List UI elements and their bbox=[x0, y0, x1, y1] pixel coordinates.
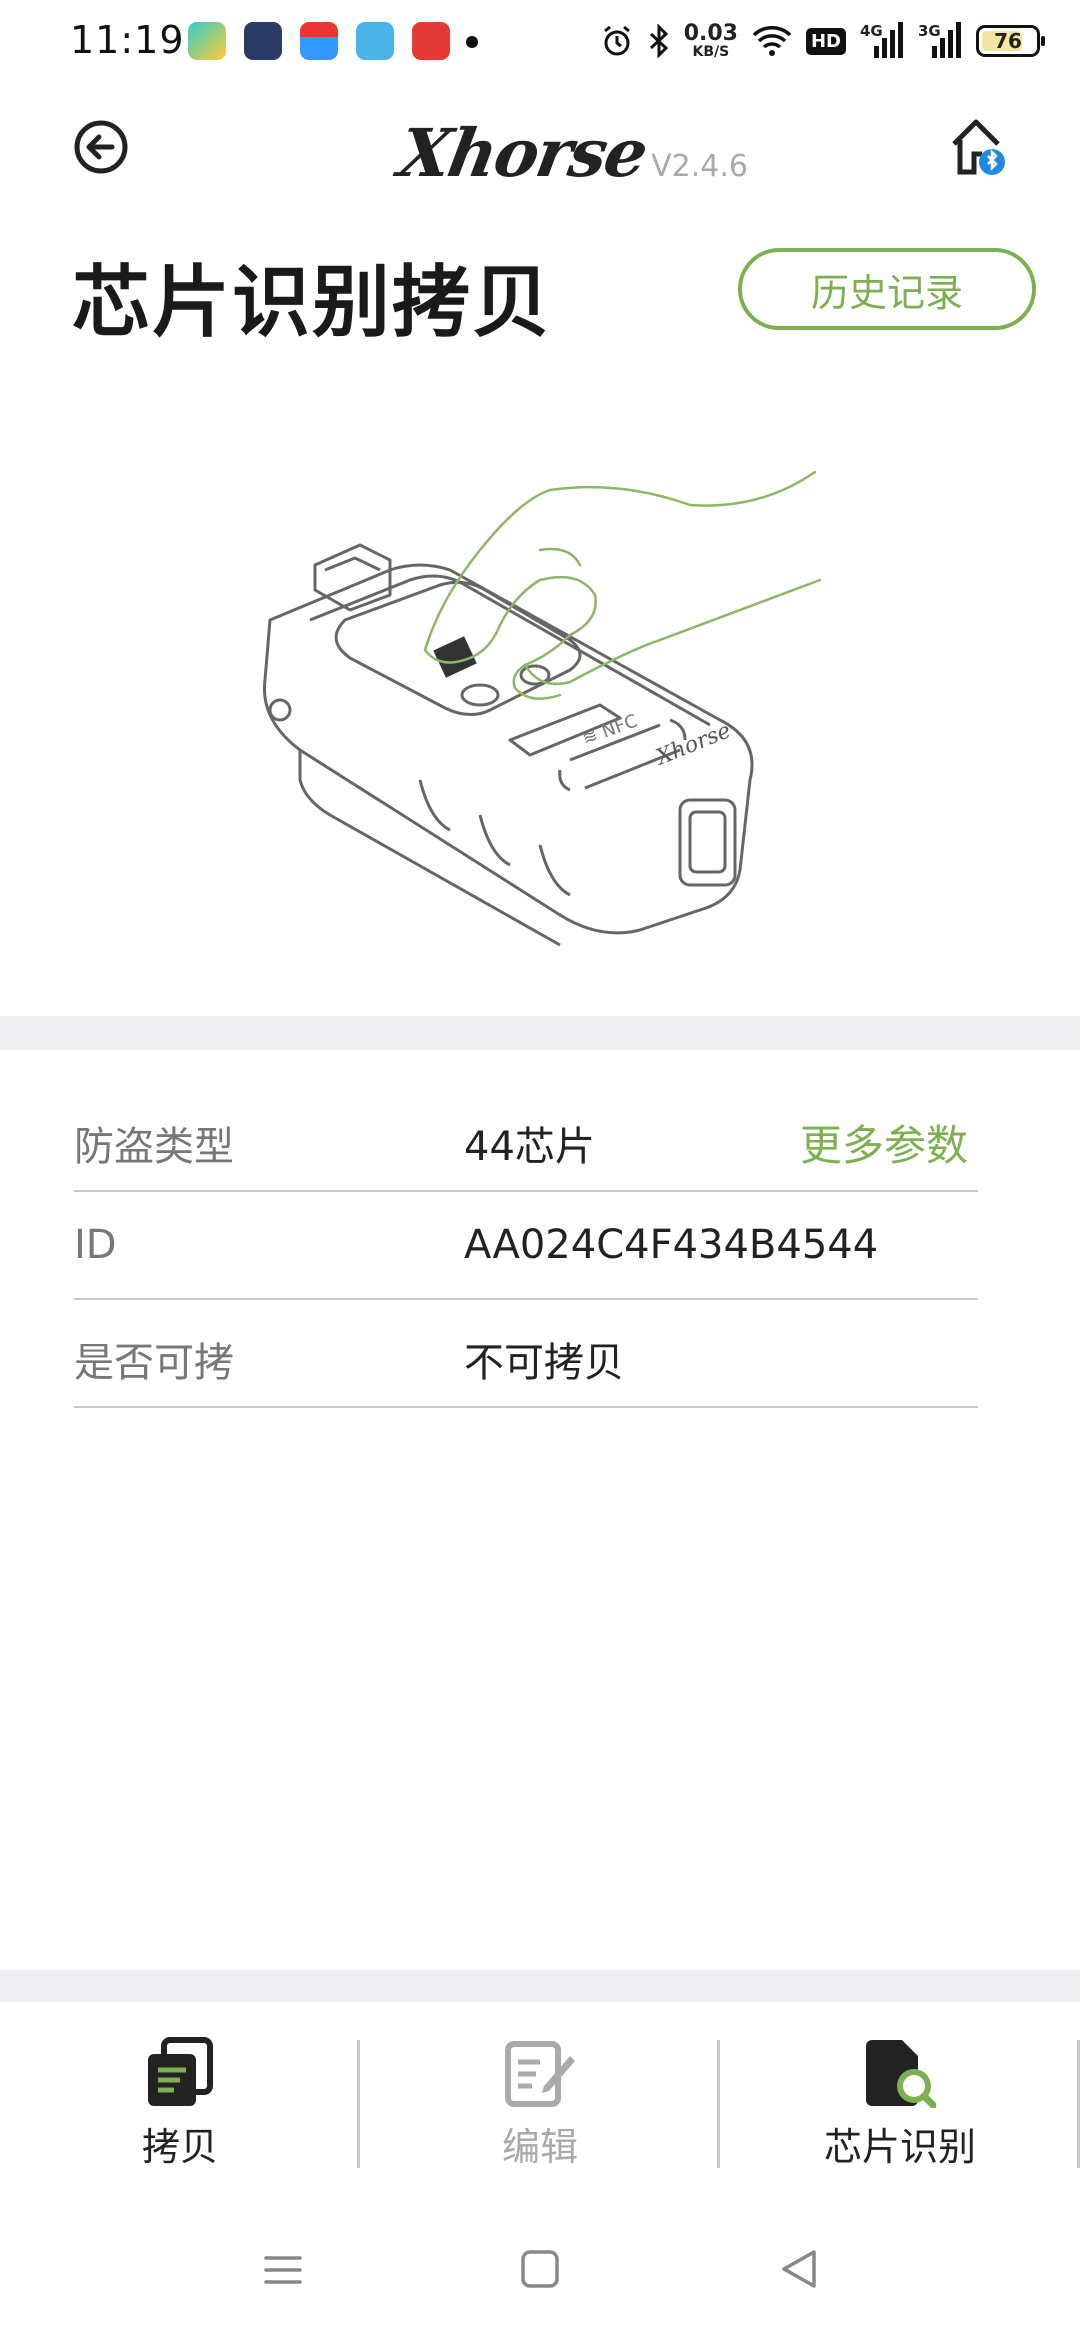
wifi-icon bbox=[752, 25, 792, 57]
battery-icon: 76 bbox=[976, 25, 1045, 57]
brand-logo: Xhorse bbox=[393, 114, 653, 192]
info-label: ID bbox=[74, 1222, 117, 1268]
info-value: 不可拷贝 bbox=[464, 1340, 624, 1386]
bluetooth-icon bbox=[648, 24, 670, 58]
signal-3g-icon: 3G bbox=[918, 22, 962, 60]
app-notification-icon bbox=[244, 22, 282, 60]
copy-icon bbox=[148, 2037, 213, 2106]
notification-icons bbox=[188, 22, 450, 60]
network-speed: 0.03 KB/S bbox=[683, 21, 738, 60]
page-title: 芯片识别拷贝 bbox=[72, 258, 553, 348]
status-bar: 11:19 0.03 KB/S HD 4G 3G 76 bbox=[0, 0, 1080, 84]
tabbar-divider bbox=[0, 1970, 1080, 2002]
tab-label: 芯片识别 bbox=[823, 2125, 976, 2169]
chip-reader-illustration: Xhorse ≋ NFC bbox=[240, 420, 860, 960]
info-row-copyable: 是否可拷 不可拷贝 bbox=[74, 1300, 978, 1408]
home-bluetooth-icon bbox=[952, 119, 1005, 175]
app-version: V2.4.6 bbox=[651, 149, 748, 184]
tab-chip-recognition[interactable]: 芯片识别 bbox=[720, 2002, 1080, 2202]
back-arrow-icon bbox=[74, 120, 128, 174]
network-speed-value: 0.03 bbox=[683, 21, 738, 46]
edit-icon bbox=[505, 2041, 575, 2107]
battery-level: 76 bbox=[994, 29, 1022, 53]
tab-copy[interactable]: 拷贝 bbox=[0, 2002, 360, 2202]
hd-voice-badge: HD bbox=[805, 27, 846, 55]
chip-search-icon bbox=[866, 2040, 936, 2108]
app-notification-icon bbox=[356, 22, 394, 60]
history-button[interactable]: 历史记录 bbox=[738, 248, 1036, 330]
alarm-icon bbox=[600, 24, 634, 58]
network-speed-unit: KB/S bbox=[692, 44, 730, 60]
home-nav-icon[interactable] bbox=[510, 2242, 570, 2298]
info-value: 44芯片 bbox=[464, 1124, 595, 1170]
app-notification-icon bbox=[300, 22, 338, 60]
info-row-immobilizer-type: 防盗类型 44芯片 更多参数 bbox=[74, 1084, 978, 1192]
app-notification-icon bbox=[188, 22, 226, 60]
svg-text:Xhorse: Xhorse bbox=[651, 718, 734, 771]
info-row-id: ID AA024C4F434B4544 bbox=[74, 1192, 978, 1300]
info-label: 是否可拷 bbox=[74, 1340, 234, 1386]
system-navigation-bar bbox=[0, 2220, 1080, 2320]
back-nav-icon[interactable] bbox=[770, 2242, 830, 2298]
recent-apps-icon[interactable] bbox=[252, 2242, 312, 2298]
back-button[interactable] bbox=[72, 118, 130, 176]
device-connection-button[interactable] bbox=[948, 114, 1008, 180]
signal-4g-icon: 4G bbox=[860, 22, 904, 60]
bottom-tab-bar: 拷贝 编辑 芯片识别 bbox=[0, 2002, 1080, 2202]
app-notification-icon bbox=[412, 22, 450, 60]
status-time: 11:19 bbox=[70, 18, 185, 62]
brand-header: Xhorse V2.4.6 bbox=[393, 102, 748, 192]
chip-info-list: 防盗类型 44芯片 更多参数 ID AA024C4F434B4544 是否可拷 … bbox=[74, 1084, 978, 1408]
info-label: 防盗类型 bbox=[74, 1124, 234, 1170]
tab-edit[interactable]: 编辑 bbox=[360, 2002, 720, 2202]
info-value: AA024C4F434B4544 bbox=[464, 1222, 879, 1268]
tab-label: 拷贝 bbox=[141, 2125, 218, 2169]
more-notifications-dot bbox=[466, 36, 478, 48]
section-divider bbox=[0, 1016, 1080, 1050]
tab-label: 编辑 bbox=[501, 2125, 578, 2169]
more-params-link[interactable]: 更多参数 bbox=[800, 1112, 968, 1173]
